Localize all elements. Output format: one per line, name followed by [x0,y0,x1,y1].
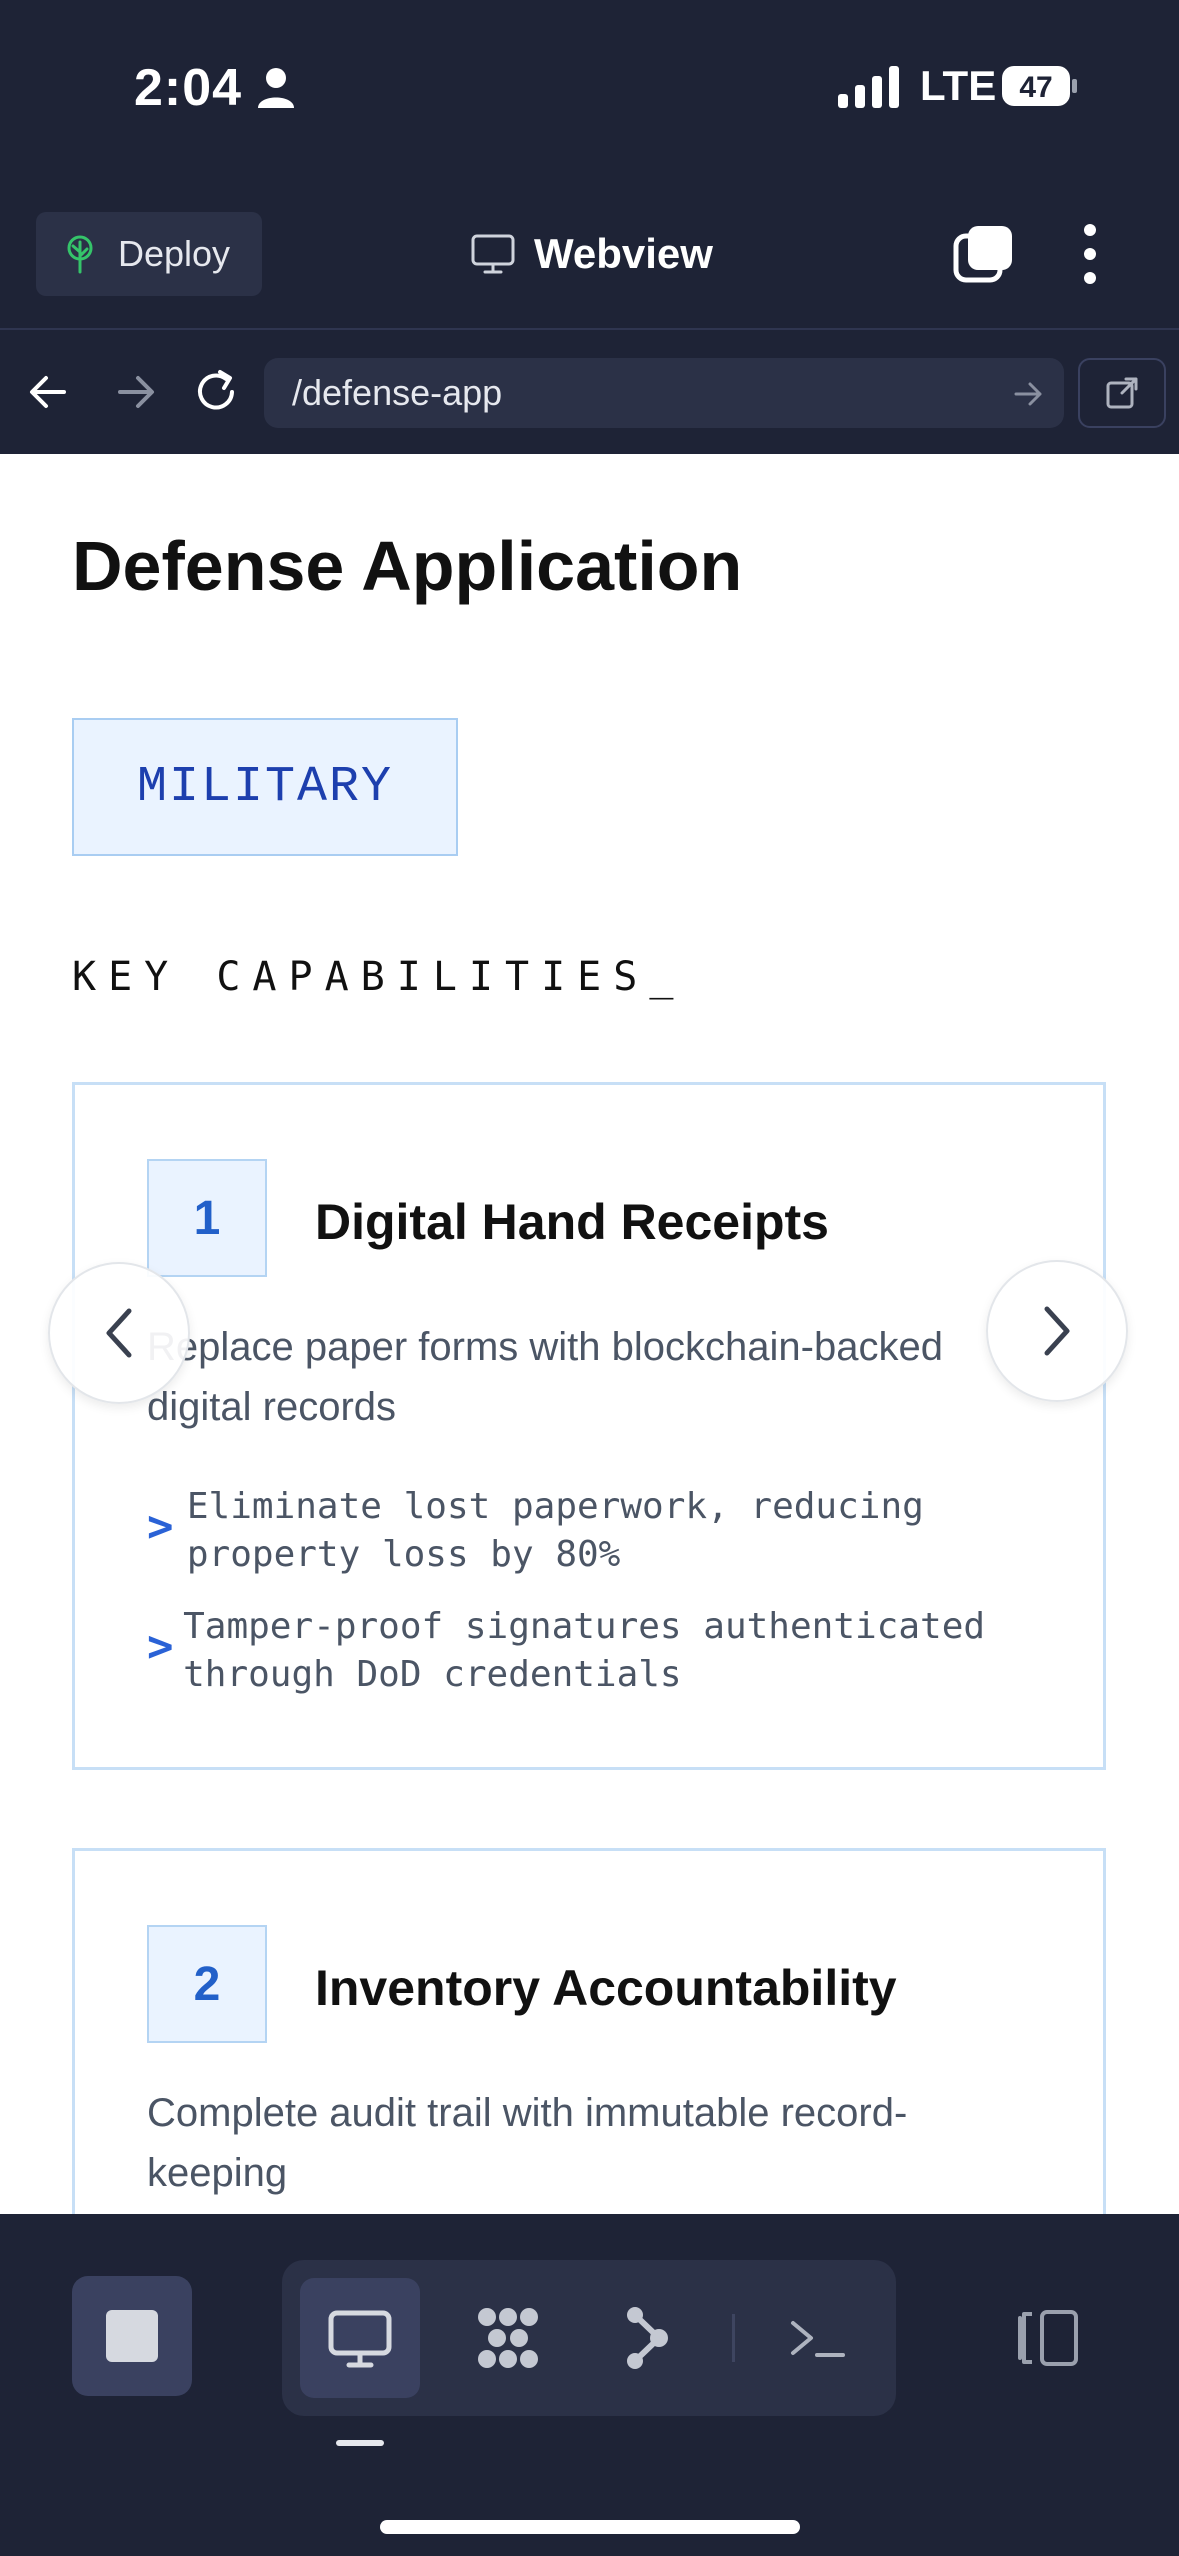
webview-label: Webview [534,230,713,277]
terminal-tab[interactable] [758,2278,878,2398]
webview-content: Defense Application MILITARY KEY CAPABIL… [0,454,1179,2214]
app-header: Deploy Webview [0,170,1179,330]
carousel-next-button[interactable] [986,1260,1128,1402]
card-title: Inventory Accountability [315,1960,897,2016]
tabs-icon[interactable] [952,224,1014,284]
home-indicator [380,2520,800,2534]
nodes-grid-icon [478,2308,538,2368]
carousel-prev-button[interactable] [48,1262,190,1404]
card-description: Complete audit trail with immutable reco… [147,2091,908,2195]
stop-icon [106,2310,158,2362]
active-tab-indicator [336,2440,384,2446]
graph-tab[interactable] [588,2278,708,2398]
status-bar: 2:04 LTE 47 [0,0,1179,170]
battery-icon: 47 [1002,66,1077,106]
stop-button[interactable] [72,2276,192,2396]
arrow-left-icon[interactable] [24,366,76,418]
toolbar-divider [732,2314,735,2362]
webview-tab[interactable] [300,2278,420,2398]
deploy-label: Deploy [118,233,231,274]
chevron-right-icon [1044,1306,1070,1356]
url-text: /defense-app [292,372,503,413]
section-heading: KEY CAPABILITIES_ [72,954,686,1000]
status-time: 2:04 [134,59,243,117]
dependencies-tab[interactable] [448,2278,568,2398]
go-arrow-icon[interactable] [1012,378,1044,410]
category-tag: MILITARY [72,718,458,856]
graph-nodes-icon [627,2307,668,2369]
bullet-marker: > [147,1501,174,1552]
capability-card: 2 Inventory Accountability Complete audi… [72,1848,1106,2214]
network-type: LTE [920,62,997,109]
reload-icon[interactable] [190,366,242,418]
bullet-text: Eliminate lost paperwork, reducing prope… [186,1486,924,1575]
webview-title: Webview [470,222,713,286]
url-input[interactable]: /defense-app [264,358,1064,428]
bottom-toolbar [0,2214,1179,2556]
bullet-marker: > [147,1621,174,1672]
monitor-icon [471,234,515,274]
url-bar: /defense-app [0,330,1179,454]
chevron-left-icon [106,1308,132,1358]
tree-icon [67,235,93,274]
kebab-menu-icon[interactable] [1070,222,1110,286]
monitor-icon [328,2310,392,2368]
deploy-button[interactable]: Deploy [36,212,262,296]
list-item: > Tamper-proof signatures authenticated … [147,1603,1067,1699]
card-description: Replace paper forms with blockchain-back… [147,1325,943,1429]
side-panel-icon[interactable] [1010,2306,1082,2370]
signal-strength-icon [838,66,899,108]
list-item: > Eliminate lost paperwork, reducing pro… [147,1483,1067,1579]
page-title: Defense Application [72,527,743,605]
external-link-icon [1106,377,1138,409]
view-switcher [282,2260,896,2416]
card-number: 2 [147,1925,267,2043]
terminal-icon [791,2321,845,2357]
open-external-button[interactable] [1078,358,1166,428]
person-icon [258,68,294,108]
bullet-text: Tamper-proof signatures authenticated th… [183,1606,986,1695]
arrow-right-icon[interactable] [108,366,160,418]
card-number: 1 [147,1159,267,1277]
battery-level: 47 [1019,71,1052,104]
capability-card: 1 Digital Hand Receipts Replace paper fo… [72,1082,1106,1770]
card-title: Digital Hand Receipts [315,1194,829,1250]
